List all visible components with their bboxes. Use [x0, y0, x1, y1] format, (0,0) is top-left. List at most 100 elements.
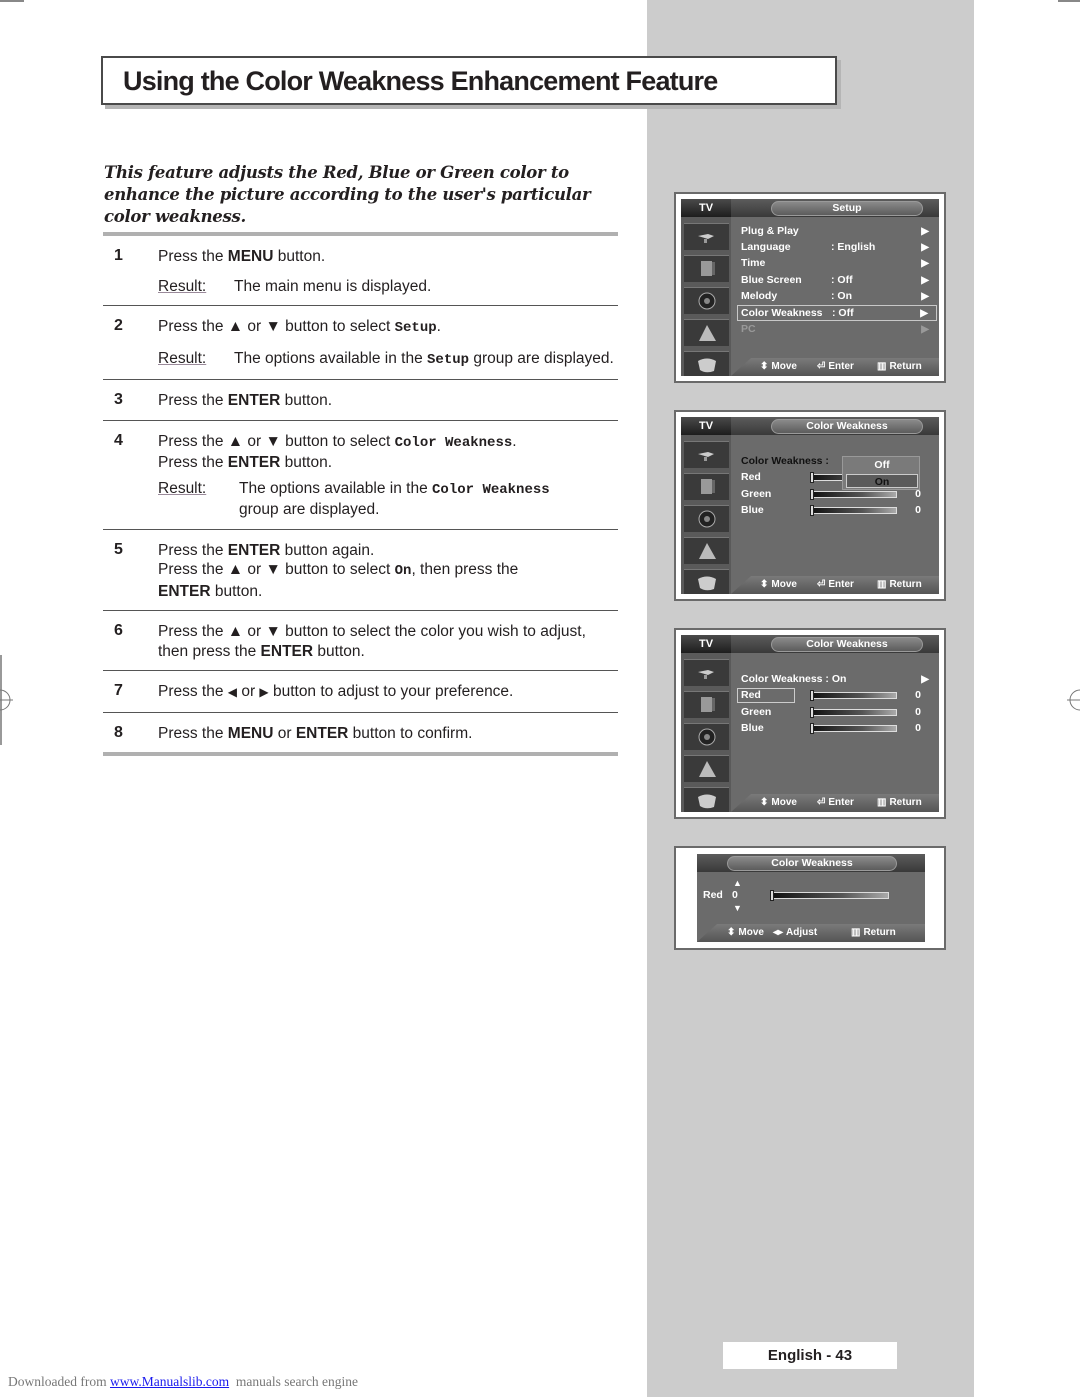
speaker-icon	[684, 505, 729, 532]
result-label: Result:	[158, 479, 207, 497]
osd-footer: ⬍ Move ⏎ Enter ▥ Return	[731, 794, 939, 812]
text: button to select	[280, 432, 395, 450]
slider-label: Green	[741, 488, 772, 500]
step-1: 1 Press the MENU button. Result: The main…	[103, 236, 618, 305]
slider-value: 0	[915, 504, 921, 516]
right-arrow-icon: ▶	[921, 324, 929, 335]
picture-icon	[684, 473, 729, 500]
slider-knob[interactable]	[810, 723, 814, 734]
right-arrow-icon: ▶	[920, 308, 928, 319]
footer-return: Return	[889, 579, 922, 590]
return-icon: ▥	[877, 797, 887, 808]
blue-slider[interactable]	[810, 723, 897, 734]
slider-label: Blue	[741, 722, 764, 734]
menu-item-melody[interactable]: Melody: On ▶	[741, 289, 929, 304]
footer-return: Return	[889, 797, 922, 808]
slider-row-green[interactable]: Green 0	[741, 705, 929, 720]
menu-term: On	[394, 563, 412, 579]
menu-item-time[interactable]: Time ▶	[741, 256, 929, 271]
up-arrow-icon: ▲	[227, 318, 244, 335]
footer-move: Move	[771, 579, 797, 590]
blue-slider[interactable]	[810, 505, 897, 516]
step-number: 5	[114, 540, 123, 558]
step-number: 4	[114, 431, 123, 449]
text: group are displayed.	[239, 501, 380, 518]
channel-icon	[684, 537, 729, 564]
right-arrow-icon: ▶	[259, 685, 269, 699]
text: The options available in the	[234, 349, 428, 367]
right-arrow-icon: ▶	[921, 291, 929, 302]
return-icon: ▥	[877, 361, 887, 372]
item-value: : Off	[831, 274, 853, 286]
item-label: Time	[741, 257, 766, 269]
result-text: The main menu is displayed.	[234, 277, 432, 295]
slider-knob[interactable]	[810, 690, 814, 701]
menu-item-language[interactable]: Language: English ▶	[741, 240, 929, 255]
green-slider[interactable]	[810, 707, 897, 718]
footer-return: Return	[863, 927, 896, 938]
text: button.	[210, 582, 263, 600]
right-arrow-icon: ▶	[921, 674, 929, 685]
text: Press the	[158, 623, 228, 640]
step-2: 2 Press the ▲ or ▼ button to select Setu…	[103, 306, 618, 379]
steps-list: 1 Press the MENU button. Result: The main…	[103, 232, 618, 756]
channel-icon	[684, 755, 729, 782]
red-slider[interactable]	[810, 690, 897, 701]
menu-term: Setup	[394, 320, 437, 336]
speaker-icon	[684, 287, 729, 314]
menu-item-blue-screen[interactable]: Blue Screen: Off ▶	[741, 273, 929, 288]
channel-icon	[684, 319, 729, 346]
green-slider[interactable]	[810, 489, 897, 500]
slider-knob[interactable]	[810, 707, 814, 718]
on-off-popup: Off On	[842, 456, 920, 490]
slider-knob[interactable]	[810, 472, 814, 483]
step-4: 4 Press the ▲ or ▼ button to select Colo…	[103, 421, 618, 529]
result-label: Result:	[158, 349, 207, 367]
text: button to select	[280, 561, 395, 578]
option-off[interactable]: Off	[846, 458, 918, 472]
item-value: : Off	[832, 307, 854, 319]
manualslib-link[interactable]: www.Manualslib.com	[110, 1374, 229, 1389]
registration-mark-right	[1067, 689, 1080, 711]
option-on[interactable]: On	[846, 474, 918, 488]
slider-knob[interactable]	[810, 489, 814, 500]
slider-label: Red	[741, 471, 761, 483]
slider-row-red[interactable]: Red 0	[737, 688, 929, 703]
step-number: 7	[114, 682, 123, 699]
tv-label: TV	[681, 635, 731, 653]
footer-move: Move	[738, 927, 764, 938]
menu-item-color-weakness[interactable]: Color Weakness: Off ▶	[737, 305, 937, 321]
slider-knob[interactable]	[810, 505, 814, 516]
step-number: 8	[114, 723, 123, 741]
text: The options available in the	[239, 479, 433, 497]
slider-row-blue[interactable]: Blue 0	[741, 721, 929, 736]
return-icon: ▥	[877, 579, 887, 590]
slider-label: Blue	[741, 504, 764, 516]
registration-mark-left	[0, 689, 13, 711]
text: button to select the color you wish to a…	[280, 623, 586, 640]
text: button.	[313, 642, 365, 660]
up-arrow-icon: ▲	[733, 878, 742, 888]
slider-knob[interactable]	[770, 890, 774, 901]
move-icon: ⬍	[727, 927, 736, 938]
plug-icon	[684, 223, 729, 250]
osd-header: Color Weakness	[731, 635, 939, 653]
slider-row-blue[interactable]: Blue 0	[741, 503, 929, 518]
button-name: MENU	[227, 724, 274, 742]
item-label: Blue Screen	[741, 274, 802, 286]
tv-label: TV	[681, 417, 731, 435]
step-number: 2	[114, 317, 123, 334]
picture-icon	[684, 255, 729, 282]
slider-value: 0	[915, 706, 921, 718]
osd-title: Color Weakness	[771, 419, 923, 434]
text: Press the	[158, 454, 228, 471]
footer-enter: Enter	[828, 797, 854, 808]
text: or	[237, 683, 260, 700]
text: Press the	[158, 392, 228, 409]
text: Press the	[158, 724, 228, 742]
color-weakness-row[interactable]: Color Weakness : On ▶	[741, 672, 929, 687]
menu-item-plug-play[interactable]: Plug & Play ▶	[741, 224, 929, 239]
osd-title: Color Weakness	[771, 637, 923, 652]
enter-icon: ⏎	[817, 797, 826, 808]
red-adjust-slider[interactable]	[770, 890, 889, 901]
